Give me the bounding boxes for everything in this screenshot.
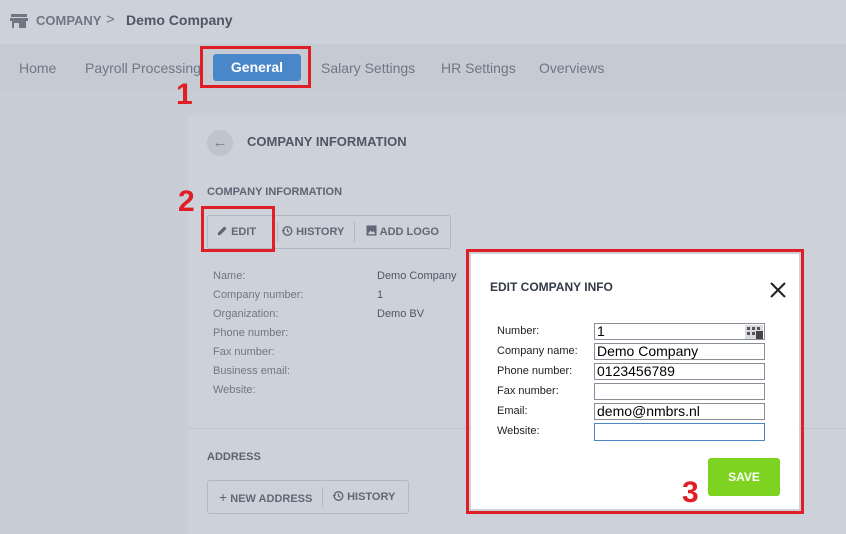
breadcrumb-separator: > xyxy=(106,11,115,28)
field-value-company-number: 1 xyxy=(377,289,384,301)
annotation-number-2: 2 xyxy=(178,185,195,218)
field-label-business-email: Business email: xyxy=(213,365,291,377)
store-icon xyxy=(10,14,28,28)
history-button[interactable]: HISTORY xyxy=(281,216,344,248)
history-icon xyxy=(281,225,293,237)
breadcrumb-current: Demo Company xyxy=(126,12,233,28)
tab-payroll-processing[interactable]: Payroll Processing xyxy=(85,60,201,76)
section-address: ADDRESS xyxy=(207,451,261,463)
history-icon xyxy=(332,490,344,502)
field-value-name: Demo Company xyxy=(377,270,457,282)
add-logo-button[interactable]: ADD LOGO xyxy=(366,216,439,248)
field-label-name: Name: xyxy=(213,270,246,282)
highlight-box-3 xyxy=(466,249,804,514)
address-history-label: HISTORY xyxy=(347,491,396,503)
plus-icon: + xyxy=(219,489,228,505)
address-history-button[interactable]: HISTORY xyxy=(332,481,395,513)
breadcrumb-company[interactable]: COMPANY xyxy=(36,13,101,28)
field-label-organization: Organization: xyxy=(213,308,279,320)
add-logo-label: ADD LOGO xyxy=(379,226,439,238)
arrow-left-icon: ← xyxy=(212,134,228,151)
back-button[interactable]: ← xyxy=(207,130,233,156)
history-label: HISTORY xyxy=(296,226,345,238)
annotation-number-3: 3 xyxy=(682,476,699,509)
new-address-label: NEW ADDRESS xyxy=(230,493,313,505)
field-label-company-number: Company number: xyxy=(213,289,304,301)
field-label-fax-number: Fax number: xyxy=(213,346,275,358)
tab-hr-settings[interactable]: HR Settings xyxy=(441,60,516,76)
tab-home[interactable]: Home xyxy=(19,60,56,76)
image-icon xyxy=(366,225,377,236)
page-title: COMPANY INFORMATION xyxy=(247,134,407,149)
annotation-number-1: 1 xyxy=(176,78,193,111)
address-actions: + NEW ADDRESS HISTORY xyxy=(207,480,409,514)
field-label-phone-number: Phone number: xyxy=(213,327,289,339)
field-label-website: Website: xyxy=(213,384,256,396)
new-address-button[interactable]: + NEW ADDRESS xyxy=(219,481,312,513)
highlight-box-1 xyxy=(200,46,311,88)
tab-salary-settings[interactable]: Salary Settings xyxy=(321,60,415,76)
field-value-organization: Demo BV xyxy=(377,308,425,320)
highlight-box-2 xyxy=(201,206,275,252)
section-company-information: COMPANY INFORMATION xyxy=(207,186,343,198)
tab-overviews[interactable]: Overviews xyxy=(539,60,604,76)
tab-bar: Home Payroll Processing Salary Settings … xyxy=(0,44,846,90)
